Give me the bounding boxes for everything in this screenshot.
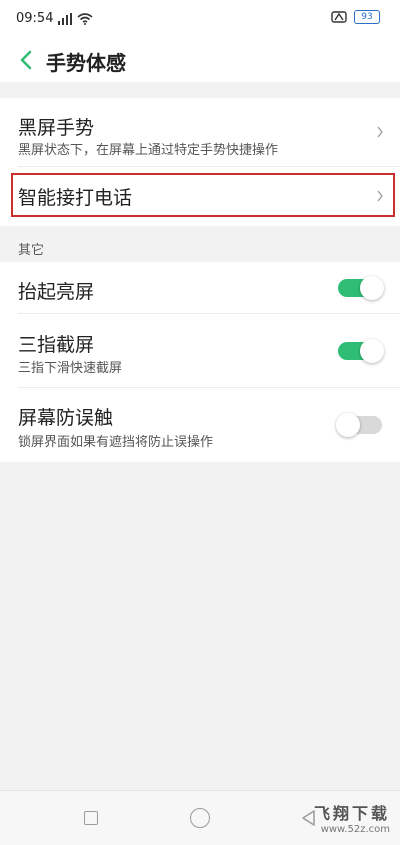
top-spacer (0, 82, 400, 98)
signal-icon (58, 12, 73, 25)
watermark: 飞翔下载 www.52z.com (314, 800, 390, 835)
highlight-box (11, 173, 395, 217)
anti-touch-subtitle: 锁屏界面如果有遮挡将防止误操作 (18, 435, 214, 450)
black-screen-gesture-subtitle: 黑屏状态下，在屏幕上通过特定手势快捷操作 (18, 143, 279, 158)
watermark-brand: 飞翔下载 (313, 804, 390, 823)
status-right: 93 (330, 10, 380, 24)
watermark-url: www.52z.com (320, 824, 390, 835)
battery-icon: 93 (354, 10, 380, 24)
status-time: 09:54 (16, 11, 54, 26)
back-arrow-icon (20, 50, 32, 70)
wifi-icon (77, 12, 93, 25)
three-finger-row[interactable]: 三指截屏 三指下滑快速截屏 (0, 314, 400, 387)
recents-icon[interactable] (84, 811, 98, 825)
section-label-others: 其它 (18, 243, 45, 258)
raise-wake-title: 抬起亮屏 (18, 281, 95, 303)
status-bar: 09:54 93 (0, 0, 400, 38)
anti-touch-row[interactable]: 屏幕防误触 锁屏界面如果有遮挡将防止误操作 (0, 388, 400, 462)
three-finger-toggle[interactable] (338, 339, 384, 363)
header: 手势体感 (0, 38, 400, 82)
black-screen-gesture-title: 黑屏手势 (18, 117, 95, 139)
three-finger-title: 三指截屏 (18, 334, 95, 356)
page-title: 手势体感 (46, 51, 126, 75)
home-icon[interactable] (190, 808, 210, 828)
raise-wake-toggle[interactable] (338, 276, 384, 300)
anti-touch-title: 屏幕防误触 (18, 407, 114, 429)
status-left: 09:54 (16, 11, 93, 26)
toggle-knob (360, 339, 384, 363)
nfc-icon (331, 11, 347, 23)
toggle-knob (336, 413, 360, 437)
back-button[interactable] (12, 46, 40, 74)
battery-level: 93 (361, 12, 373, 22)
three-finger-subtitle: 三指下滑快速截屏 (18, 361, 123, 376)
anti-touch-toggle[interactable] (336, 413, 382, 437)
others-group: 抬起亮屏 三指截屏 三指下滑快速截屏 屏幕防误触 锁屏界面如果有遮挡将防止误操作 (0, 262, 400, 462)
toggle-knob (360, 276, 384, 300)
black-screen-gesture-row[interactable]: 黑屏手势 黑屏状态下，在屏幕上通过特定手势快捷操作 (0, 98, 400, 166)
chevron-right-icon (377, 126, 383, 138)
raise-wake-row[interactable]: 抬起亮屏 (0, 262, 400, 313)
